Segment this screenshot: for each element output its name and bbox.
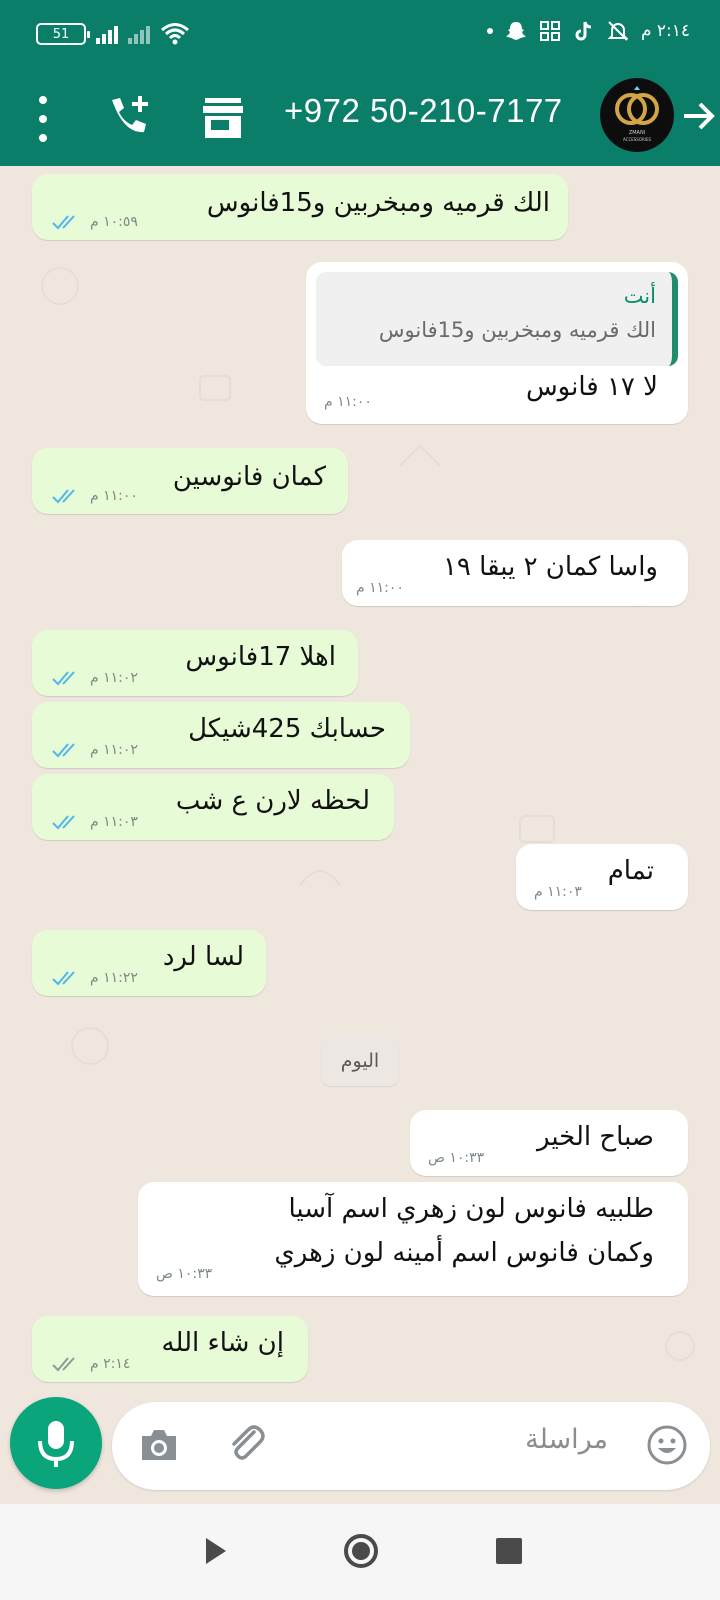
message-time: ١١:٠٢ م — [90, 742, 138, 758]
message-bubble[interactable]: تمام ١١:٠٣ م — [516, 844, 688, 910]
quoted-message[interactable]: أنت الك قرميه ومبخربين و15فانوس — [316, 272, 678, 366]
mic-button[interactable] — [10, 1397, 102, 1489]
message-bubble[interactable]: أنت الك قرميه ومبخربين و15فانوس لا ١٧ فا… — [306, 262, 688, 424]
message-meta: ١١:٠٠ م — [52, 488, 138, 504]
message-bubble[interactable]: صباح الخير ١٠:٣٣ ص — [410, 1110, 688, 1176]
delivered-receipt-icon — [52, 1357, 75, 1372]
message-text: حسابك 425شيكل — [188, 714, 386, 744]
status-left-group: 51 — [36, 22, 190, 46]
message-time: ١١:٠٠ م — [324, 394, 372, 410]
message-input[interactable]: مراسلة — [112, 1402, 710, 1490]
snapchat-icon — [505, 22, 526, 40]
quote-text: الك قرميه ومبخربين و15فانوس — [378, 318, 656, 342]
message-text: لا ١٧ فانوس — [525, 372, 658, 402]
message-text: إن شاء الله — [161, 1328, 284, 1358]
read-receipt-icon — [52, 815, 75, 830]
message-time: ٢:١٤ م — [90, 1356, 131, 1372]
message-text: اهلا 17فانوس — [185, 642, 336, 672]
back-nav-icon[interactable] — [202, 1534, 230, 1568]
message-bubble[interactable]: طلبيه فانوس لون زهري اسم آسيا وكمان فانو… — [138, 1182, 688, 1296]
avatar[interactable]: ZMANI ACCESSORIES — [600, 78, 674, 152]
message-meta: ١١:٠٣ م — [52, 814, 138, 830]
contact-name[interactable]: +972 50-210-7177 — [284, 92, 563, 130]
message-text-line-1: طلبيه فانوس لون زهري اسم آسيا — [288, 1194, 654, 1224]
back-arrow-icon[interactable] — [682, 96, 716, 136]
svg-text:ACCESSORIES: ACCESSORIES — [623, 137, 651, 142]
app-grid-icon — [539, 21, 560, 41]
message-text: كمان فانوسين — [172, 462, 326, 492]
message-list[interactable]: الك قرميه ومبخربين و15فانوس ١٠:٥٩ م أنت … — [0, 166, 720, 1390]
logo-rings-icon: ZMANI ACCESSORIES — [615, 86, 659, 142]
message-meta: ١١:٠٢ م — [52, 742, 138, 758]
message-time: ١٠:٥٩ م — [90, 214, 138, 230]
read-receipt-icon — [52, 215, 75, 230]
system-navigation-bar — [0, 1504, 720, 1600]
message-bubble[interactable]: حسابك 425شيكل ١١:٠٢ م — [32, 702, 410, 768]
message-bubble[interactable]: الك قرميه ومبخربين و15فانوس ١٠:٥٩ م — [32, 174, 568, 240]
add-call-icon[interactable] — [104, 92, 152, 140]
signal-icon — [96, 24, 118, 44]
message-text: صباح الخير — [536, 1122, 654, 1152]
message-meta: ١١:٠٠ م — [356, 580, 404, 596]
status-right-group: ٢:١٤ م — [486, 20, 690, 42]
message-text: لحظه لارن ع شب — [175, 786, 370, 816]
message-bubble[interactable]: إن شاء الله ٢:١٤ م — [32, 1316, 308, 1382]
message-time: ١٠:٣٣ ص — [156, 1266, 213, 1282]
message-meta: ١٠:٥٩ م — [52, 214, 138, 230]
status-time: ٢:١٤ م — [640, 21, 690, 41]
message-text: الك قرميه ومبخربين و15فانوس — [206, 188, 550, 218]
message-meta: ١١:٢٢ م — [52, 970, 138, 986]
message-meta: ١٠:٣٣ ص — [428, 1150, 484, 1166]
message-bubble[interactable]: كمان فانوسين ١١:٠٠ م — [32, 448, 348, 514]
svg-text:ZMANI: ZMANI — [629, 130, 645, 136]
read-receipt-icon — [52, 971, 75, 986]
message-bubble[interactable]: اهلا 17فانوس ١١:٠٢ م — [32, 630, 358, 696]
alarm-off-icon — [607, 21, 629, 41]
message-bubble[interactable]: واسا كمان ٢ يبقا ١٩ ١١:٠٠ م — [342, 540, 688, 606]
message-time: ١١:٠٣ م — [534, 884, 582, 900]
message-text: تمام — [607, 856, 654, 886]
message-text: واسا كمان ٢ يبقا ١٩ — [442, 552, 658, 582]
read-receipt-icon — [52, 489, 75, 504]
status-bar: 51 ٢:١٤ م — [0, 0, 720, 70]
tiktok-icon — [575, 21, 592, 41]
read-receipt-icon — [52, 743, 75, 758]
date-divider: اليوم — [321, 1036, 399, 1086]
message-meta: ٢:١٤ م — [52, 1356, 130, 1372]
message-meta: ١١:٠٠ م — [324, 394, 372, 410]
read-receipt-icon — [52, 671, 75, 686]
message-meta: ١١:٠٣ م — [534, 884, 582, 900]
message-time: ١١:٢٢ م — [90, 970, 138, 986]
message-text: لسا لرد — [162, 942, 244, 972]
home-nav-icon[interactable] — [342, 1532, 380, 1570]
battery-icon: 51 — [36, 23, 90, 45]
more-options-icon[interactable] — [34, 96, 52, 142]
chat-header: +972 50-210-7177 ZMANI ACCESSORIES — [0, 70, 720, 166]
message-meta: ١١:٠٢ م — [52, 670, 138, 686]
message-placeholder: مراسلة — [525, 1424, 608, 1455]
battery-level: 51 — [52, 26, 70, 42]
quote-author: أنت — [623, 284, 656, 308]
attach-icon[interactable] — [224, 1422, 268, 1466]
store-icon[interactable] — [200, 96, 246, 140]
message-bubble[interactable]: لسا لرد ١١:٢٢ م — [32, 930, 266, 996]
recents-nav-icon[interactable] — [496, 1538, 522, 1564]
message-time: ١١:٠٠ م — [90, 488, 138, 504]
signal-secondary-icon — [128, 24, 150, 44]
notification-dot-icon — [486, 28, 493, 34]
message-time: ١١:٠٠ م — [356, 580, 404, 596]
camera-icon[interactable] — [138, 1426, 180, 1464]
emoji-icon[interactable] — [646, 1424, 688, 1466]
wifi-icon — [161, 23, 189, 45]
mic-icon — [38, 1421, 74, 1467]
message-bubble[interactable]: لحظه لارن ع شب ١١:٠٣ م — [32, 774, 394, 840]
message-time: ١١:٠٢ م — [90, 670, 138, 686]
message-text-line-2: وكمان فانوس اسم أمينه لون زهري — [274, 1238, 654, 1268]
message-meta: ١٠:٣٣ ص — [156, 1266, 212, 1282]
message-time: ١١:٠٣ م — [90, 814, 138, 830]
message-time: ١٠:٣٣ ص — [428, 1150, 485, 1166]
